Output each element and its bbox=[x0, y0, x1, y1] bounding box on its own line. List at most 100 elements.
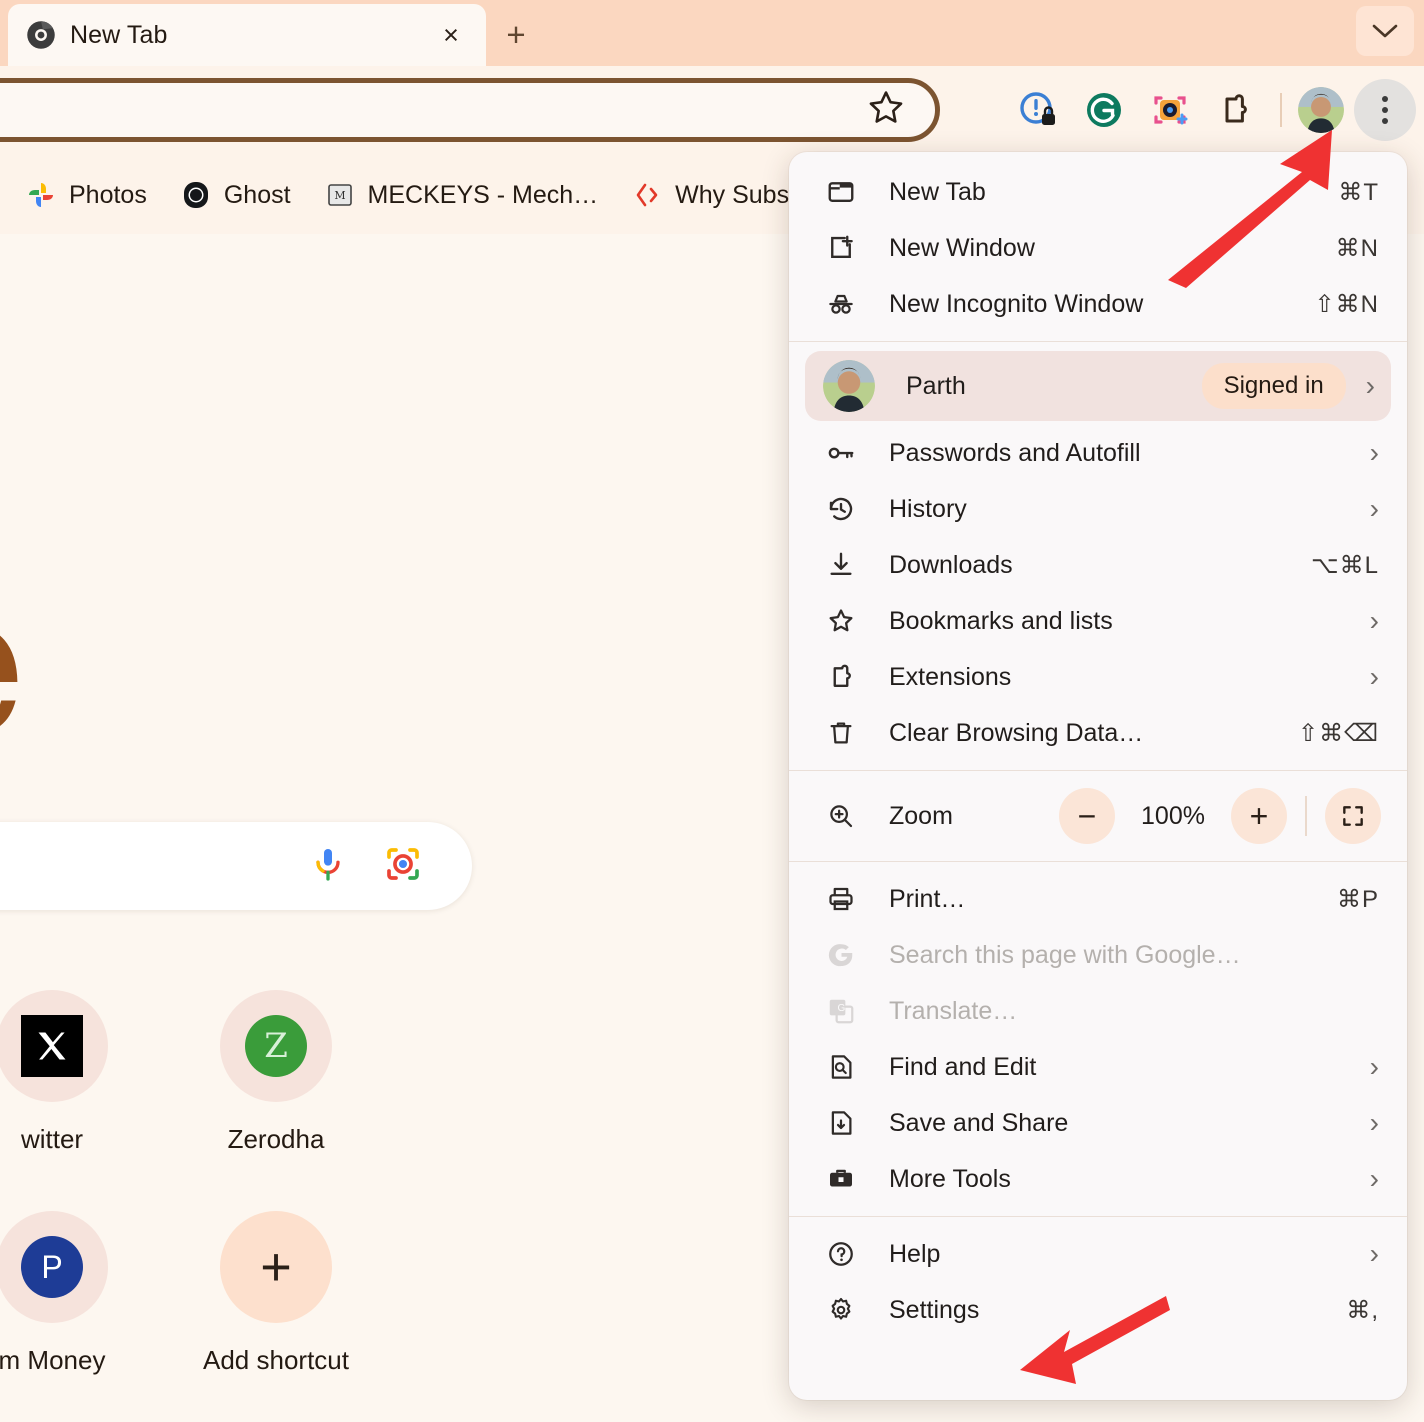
screenshot-tool-icon[interactable] bbox=[1142, 82, 1198, 138]
menu-item-label: Clear Browsing Data… bbox=[889, 718, 1144, 747]
shortcut-add[interactable]: + Add shortcut bbox=[164, 1211, 388, 1376]
shortcut-twitter[interactable]: witter bbox=[0, 990, 164, 1155]
menu-item-help[interactable]: Help › bbox=[789, 1226, 1407, 1282]
puzzle-icon bbox=[823, 662, 859, 692]
search-input[interactable] bbox=[0, 822, 472, 910]
menu-item-extensions[interactable]: Extensions › bbox=[789, 649, 1407, 705]
profile-name: Parth bbox=[906, 371, 966, 400]
zoom-label: Zoom bbox=[889, 801, 953, 830]
menu-item-label: More Tools bbox=[889, 1164, 1011, 1193]
bookmark-photos[interactable]: Photos bbox=[16, 173, 157, 217]
menu-item-shortcut: ⌘T bbox=[1338, 178, 1379, 206]
menu-item-bookmarks-and-lists[interactable]: Bookmarks and lists › bbox=[789, 593, 1407, 649]
google-logo: gle bbox=[0, 564, 27, 764]
menu-item-shortcut: ⌘, bbox=[1346, 1296, 1379, 1324]
zoom-controls: − 100% + bbox=[1059, 788, 1381, 844]
menu-item-shortcut: ⌘N bbox=[1335, 234, 1379, 262]
chevron-right-icon: › bbox=[1369, 493, 1379, 524]
tab-search-chevron-down-icon[interactable] bbox=[1356, 6, 1414, 56]
menu-item-label: Save and Share bbox=[889, 1108, 1069, 1137]
extensions-puzzle-icon[interactable] bbox=[1208, 82, 1264, 138]
menu-item-label: Help bbox=[889, 1239, 941, 1268]
gear-icon bbox=[823, 1295, 859, 1325]
tab-strip: New Tab × + bbox=[0, 0, 1424, 66]
download-icon bbox=[823, 550, 859, 580]
address-bar[interactable] bbox=[0, 78, 940, 142]
menu-item-downloads[interactable]: Downloads ⌥⌘L bbox=[789, 537, 1407, 593]
toolbar-icon-group bbox=[1010, 78, 1416, 142]
profile-avatar bbox=[823, 360, 875, 412]
chrome-main-menu: New Tab ⌘T New Window ⌘N New Incognito W… bbox=[789, 152, 1407, 1400]
zerodha-icon: Z bbox=[220, 990, 332, 1102]
chrome-favicon bbox=[26, 20, 56, 50]
profile-avatar[interactable] bbox=[1298, 87, 1344, 133]
fullscreen-icon[interactable] bbox=[1325, 788, 1381, 844]
chevron-right-icon: › bbox=[1369, 605, 1379, 636]
bookmark-ghost[interactable]: Ghost bbox=[171, 173, 301, 217]
chevron-right-icon: › bbox=[1369, 661, 1379, 692]
new-window-icon bbox=[823, 233, 859, 263]
printer-icon bbox=[823, 884, 859, 914]
menu-item-passwords-and-autofill[interactable]: Passwords and Autofill › bbox=[789, 425, 1407, 481]
privacy-badger-icon[interactable] bbox=[1010, 82, 1066, 138]
three-dot-menu-button[interactable] bbox=[1354, 79, 1416, 141]
menu-item-print[interactable]: Print… ⌘P bbox=[789, 871, 1407, 927]
menu-item-zoom: Zoom − 100% + bbox=[789, 780, 1407, 852]
svg-text:M: M bbox=[334, 189, 345, 202]
chevron-right-icon: › bbox=[1369, 1238, 1379, 1269]
chevron-right-icon: › bbox=[1369, 437, 1379, 468]
bookmark-label: Photos bbox=[69, 180, 147, 209]
chevron-right-icon: › bbox=[1369, 1107, 1379, 1138]
menu-item-label: History bbox=[889, 494, 967, 523]
menu-item-label: Bookmarks and lists bbox=[889, 606, 1113, 635]
close-icon[interactable]: × bbox=[434, 18, 468, 52]
menu-item-find-and-edit[interactable]: Find and Edit › bbox=[789, 1039, 1407, 1095]
menu-item-save-and-share[interactable]: Save and Share › bbox=[789, 1095, 1407, 1151]
menu-item-shortcut: ⌥⌘L bbox=[1310, 551, 1379, 579]
chevron-right-icon: › bbox=[1369, 1163, 1379, 1194]
google-g-icon bbox=[823, 940, 859, 970]
svg-text:G: G bbox=[838, 1003, 846, 1014]
toolbox-icon bbox=[823, 1164, 859, 1194]
bookmark-meckeys[interactable]: M MECKEYS - Mech… bbox=[315, 173, 609, 217]
menu-item-new-tab[interactable]: New Tab ⌘T bbox=[789, 164, 1407, 220]
zerodha-glyph: Z bbox=[245, 1015, 307, 1077]
add-shortcut-icon: + bbox=[220, 1211, 332, 1323]
menu-item-history[interactable]: History › bbox=[789, 481, 1407, 537]
bookmark-label: MECKEYS - Mech… bbox=[367, 180, 599, 209]
grammarly-icon[interactable] bbox=[1076, 82, 1132, 138]
trash-icon bbox=[823, 718, 859, 748]
menu-item-label: Search this page with Google… bbox=[889, 940, 1241, 969]
shortcut-zerodha[interactable]: Z Zerodha bbox=[164, 990, 388, 1155]
menu-item-shortcut: ⇧⌘⌫ bbox=[1297, 719, 1379, 747]
browser-tab[interactable]: New Tab × bbox=[8, 4, 486, 66]
menu-item-profile[interactable]: Parth Signed in › bbox=[805, 351, 1391, 421]
microphone-icon[interactable] bbox=[308, 844, 348, 889]
menu-item-settings[interactable]: Settings ⌘, bbox=[789, 1282, 1407, 1338]
zoom-in-button[interactable]: + bbox=[1231, 788, 1287, 844]
google-lens-icon[interactable] bbox=[382, 843, 424, 890]
menu-item-label: Find and Edit bbox=[889, 1052, 1037, 1081]
menu-item-shortcut: ⇧⌘N bbox=[1314, 290, 1379, 318]
menu-item-new-incognito-window[interactable]: New Incognito Window ⇧⌘N bbox=[789, 276, 1407, 332]
shortcut-paytm-money[interactable]: P m Money bbox=[0, 1211, 164, 1376]
bookmark-star-icon[interactable] bbox=[865, 87, 907, 134]
paytm-money-icon: P bbox=[0, 1211, 108, 1323]
chevron-right-icon: › bbox=[1365, 370, 1375, 401]
zoom-out-button[interactable]: − bbox=[1059, 788, 1115, 844]
meckeys-icon: M bbox=[325, 180, 355, 210]
menu-item-label: Passwords and Autofill bbox=[889, 438, 1141, 467]
menu-divider bbox=[789, 770, 1407, 771]
menu-item-label: Downloads bbox=[889, 550, 1013, 579]
menu-item-more-tools[interactable]: More Tools › bbox=[789, 1151, 1407, 1207]
new-tab-button[interactable]: + bbox=[492, 12, 540, 58]
menu-item-search-this-page-with-google: Search this page with Google… bbox=[789, 927, 1407, 983]
menu-item-clear-browsing-data[interactable]: Clear Browsing Data… ⇧⌘⌫ bbox=[789, 705, 1407, 761]
menu-item-translate: G Translate… bbox=[789, 983, 1407, 1039]
google-photos-icon bbox=[26, 180, 56, 210]
menu-item-label: Print… bbox=[889, 884, 966, 913]
menu-item-new-window[interactable]: New Window ⌘N bbox=[789, 220, 1407, 276]
paytm-glyph: P bbox=[21, 1236, 83, 1298]
menu-item-label: New Incognito Window bbox=[889, 289, 1144, 318]
menu-divider bbox=[789, 341, 1407, 342]
